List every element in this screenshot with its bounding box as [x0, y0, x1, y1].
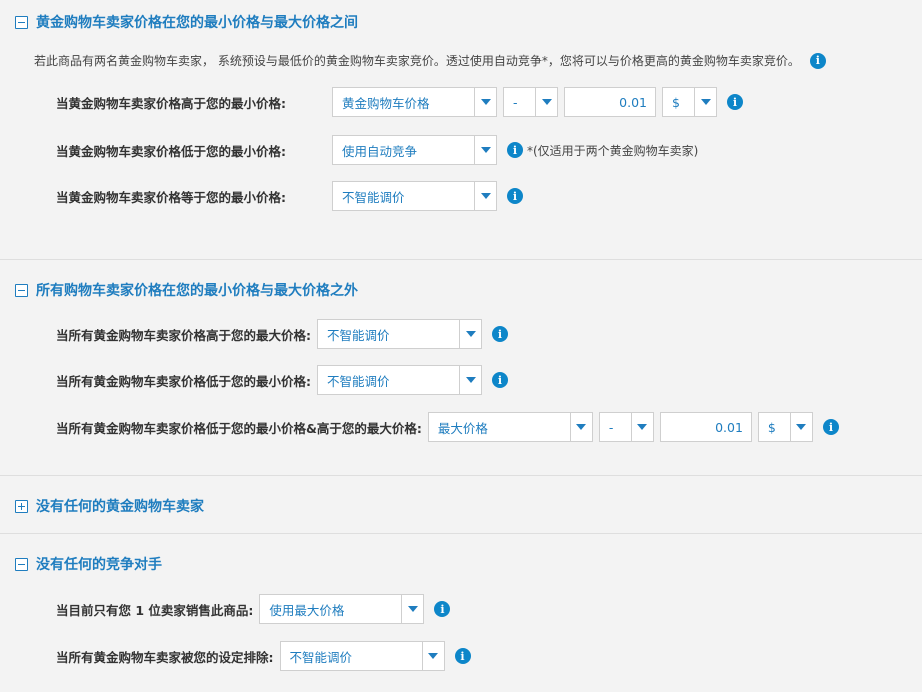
divider: [0, 533, 922, 534]
strategy-select[interactable]: 不智能调价: [332, 181, 497, 211]
info-icon[interactable]: i: [507, 188, 523, 204]
strategy-select[interactable]: 不智能调价: [317, 365, 482, 395]
select-value: 最大价格: [437, 420, 488, 436]
unit-select[interactable]: $: [757, 412, 813, 442]
price-source-select[interactable]: 黄金购物车价格: [332, 87, 497, 117]
plus-square-icon[interactable]: [15, 499, 28, 513]
rule-row: 当所有黄金购物车卖家价格低于您的最小价格&高于您的最大价格: 最大价格 - 0.…: [56, 412, 839, 442]
select-value: 不智能调价: [327, 327, 390, 343]
select-value: $: [767, 419, 776, 435]
chevron-down-icon: [630, 413, 653, 441]
rule-row: 当所有黄金购物车卖家被您的设定排除: 不智能调价 i: [56, 641, 471, 671]
section-header-buybox-between[interactable]: 黄金购物车卖家价格在您的最小价格与最大价格之间: [15, 12, 358, 32]
chevron-down-icon: [694, 88, 716, 116]
section-buybox-between: 黄金购物车卖家价格在您的最小价格与最大价格之间 若此商品有两名黄金购物车卖家， …: [0, 0, 922, 258]
chevron-down-icon: [474, 136, 496, 164]
rule-row: 当所有黄金购物车卖家价格低于您的最小价格: 不智能调价 i: [56, 365, 508, 395]
divider: [0, 259, 922, 260]
rule-label: 当黄金购物车卖家价格低于您的最小价格:: [56, 143, 286, 159]
divider: [0, 475, 922, 476]
amount-input[interactable]: 0.01: [564, 87, 656, 117]
section-description: 若此商品有两名黄金购物车卖家， 系统预设与最低价的黄金购物车卖家竞价。透过使用自…: [34, 52, 826, 69]
select-value: 不智能调价: [289, 649, 353, 665]
section-no-competitors: 没有任何的竞争对手 当目前只有您 1 位卖家销售此商品: 使用最大价格 i 当所…: [0, 538, 922, 692]
footnote: *(仅适用于两个黄金购物车卖家): [527, 143, 699, 158]
select-value: -: [608, 419, 614, 435]
description-text: 若此商品有两名黄金购物车卖家， 系统预设与最低价的黄金购物车卖家竞价。透过使用自…: [34, 54, 800, 68]
strategy-select[interactable]: 使用最大价格: [259, 594, 425, 624]
rule-label: 当黄金购物车卖家价格高于您的最小价格:: [56, 95, 286, 111]
operator-select[interactable]: -: [598, 412, 654, 442]
chevron-down-icon: [474, 182, 496, 210]
section-header-outside-range[interactable]: 所有购物车卖家价格在您的最小价格与最大价格之外: [15, 280, 358, 300]
minus-square-icon[interactable]: [15, 283, 28, 297]
rule-label: 当黄金购物车卖家价格等于您的最小价格:: [56, 189, 286, 205]
rule-row: 当目前只有您 1 位卖家销售此商品: 使用最大价格 i: [56, 594, 451, 624]
section-header-no-buybox[interactable]: 没有任何的黄金购物车卖家: [15, 496, 204, 516]
chevron-down-icon: [569, 413, 592, 441]
unit-select[interactable]: $: [662, 87, 717, 117]
strategy-select[interactable]: 不智能调价: [317, 319, 482, 349]
rule-label: 当所有黄金购物车卖家被您的设定排除:: [56, 649, 274, 665]
section-no-buybox: 没有任何的黄金购物车卖家: [0, 480, 922, 532]
section-title: 所有购物车卖家价格在您的最小价格与最大价格之外: [36, 283, 358, 299]
section-outside-range: 所有购物车卖家价格在您的最小价格与最大价格之外 当所有黄金购物车卖家价格高于您的…: [0, 264, 922, 474]
chevron-down-icon: [401, 595, 424, 623]
info-icon[interactable]: i: [492, 326, 508, 342]
rule-label: 当所有黄金购物车卖家价格低于您的最小价格&高于您的最大价格:: [56, 420, 422, 436]
chevron-down-icon: [459, 320, 481, 348]
chevron-down-icon: [459, 366, 481, 394]
select-value: 黄金购物车价格: [342, 95, 430, 111]
rule-label: 当所有黄金购物车卖家价格高于您的最大价格:: [56, 327, 311, 343]
chevron-down-icon: [421, 642, 444, 670]
select-value: 使用最大价格: [269, 602, 345, 618]
info-icon[interactable]: i: [507, 142, 523, 158]
minus-square-icon[interactable]: [15, 557, 28, 571]
select-value: $: [672, 94, 680, 110]
select-value: 不智能调价: [342, 189, 405, 205]
rule-label: 当目前只有您 1 位卖家销售此商品:: [56, 602, 254, 618]
info-icon[interactable]: i: [492, 372, 508, 388]
section-title: 黄金购物车卖家价格在您的最小价格与最大价格之间: [36, 15, 358, 31]
strategy-select[interactable]: 不智能调价: [279, 641, 445, 671]
section-title: 没有任何的竞争对手: [36, 557, 162, 573]
price-source-select[interactable]: 最大价格: [427, 412, 593, 442]
rule-row: 当黄金购物车卖家价格等于您的最小价格: 不智能调价 i: [56, 181, 523, 211]
section-title: 没有任何的黄金购物车卖家: [36, 499, 204, 515]
chevron-down-icon: [535, 88, 557, 116]
rule-label: 当所有黄金购物车卖家价格低于您的最小价格:: [56, 373, 311, 389]
select-value: 不智能调价: [327, 373, 390, 389]
info-icon[interactable]: i: [727, 94, 743, 110]
minus-square-icon[interactable]: [15, 15, 28, 29]
section-header-no-competitors[interactable]: 没有任何的竞争对手: [15, 554, 162, 574]
chevron-down-icon: [789, 413, 812, 441]
chevron-down-icon: [474, 88, 496, 116]
strategy-select[interactable]: 使用自动竞争: [332, 135, 497, 165]
info-icon[interactable]: i: [434, 601, 451, 617]
info-icon[interactable]: i: [809, 52, 826, 69]
select-value: 使用自动竞争: [342, 143, 418, 159]
rule-row: 当黄金购物车卖家价格低于您的最小价格: 使用自动竞争 i *(仅适用于两个黄金购…: [56, 135, 698, 165]
info-icon[interactable]: i: [822, 419, 839, 435]
rule-row: 当黄金购物车卖家价格高于您的最小价格: 黄金购物车价格 - 0.01 $ i: [56, 87, 743, 117]
operator-select[interactable]: -: [503, 87, 558, 117]
select-value: -: [513, 94, 518, 110]
rule-row: 当所有黄金购物车卖家价格高于您的最大价格: 不智能调价 i: [56, 319, 508, 349]
info-icon[interactable]: i: [454, 648, 471, 664]
amount-input[interactable]: 0.01: [659, 412, 752, 442]
